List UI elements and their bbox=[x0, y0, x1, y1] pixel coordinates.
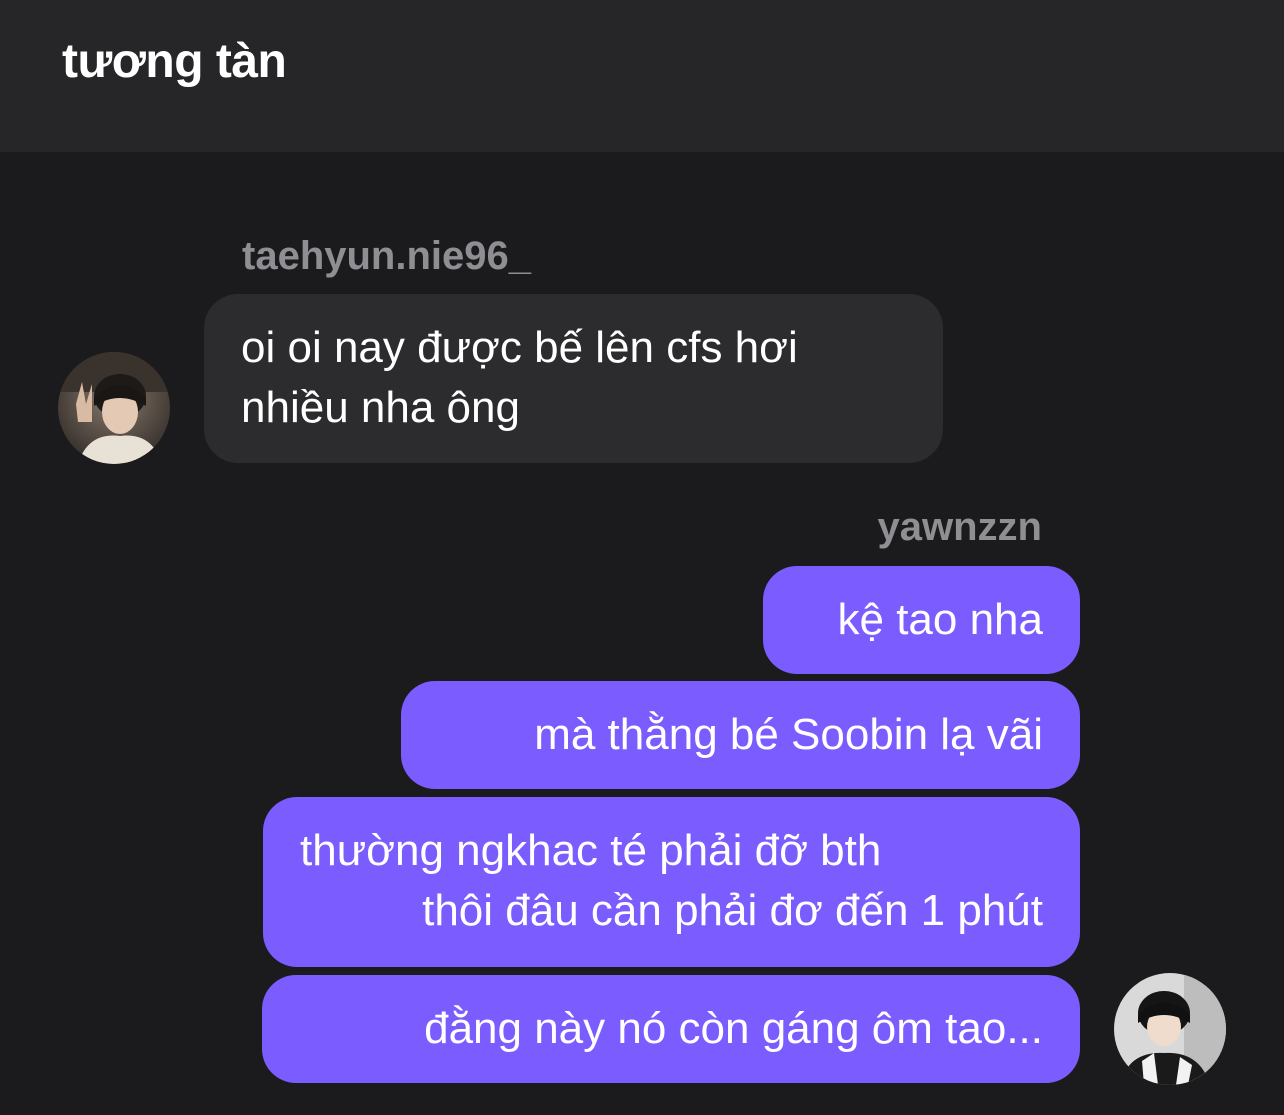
message-bubble-outgoing[interactable]: kệ tao nha bbox=[763, 566, 1080, 674]
message-bubble-incoming[interactable]: oi oi nay được bế lên cfs hơi nhiều nha … bbox=[204, 294, 943, 463]
message-line: thường ngkhac té phải đỡ bth bbox=[300, 826, 882, 875]
message-bubble-outgoing[interactable]: mà thằng bé Soobin lạ vãi bbox=[401, 681, 1080, 789]
avatar-incoming[interactable] bbox=[58, 352, 170, 464]
message-line: thôi đâu cần phải đơ đến 1 phút bbox=[422, 886, 1043, 935]
message-line: nhiều nha ông bbox=[241, 383, 520, 432]
message-line: đằng này nó còn gáng ôm tao... bbox=[424, 1004, 1043, 1053]
message-line: kệ tao nha bbox=[837, 595, 1044, 644]
message-line: oi oi nay được bế lên cfs hơi bbox=[241, 323, 798, 372]
sender-name-outgoing: yawnzzn bbox=[877, 505, 1042, 549]
chat-header: tương tàn bbox=[0, 0, 1284, 152]
message-bubble-outgoing[interactable]: đằng này nó còn gáng ôm tao... bbox=[262, 975, 1080, 1083]
chat-screen: tương tàn taehyun.nie96_ oi oi nay được … bbox=[0, 0, 1284, 1115]
avatar-outgoing[interactable] bbox=[1114, 973, 1226, 1085]
message-line: mà thằng bé Soobin lạ vãi bbox=[534, 710, 1043, 759]
avatar-photo-outgoing bbox=[1114, 973, 1226, 1085]
chat-title[interactable]: tương tàn bbox=[62, 34, 287, 89]
sender-name-incoming: taehyun.nie96_ bbox=[242, 234, 532, 278]
avatar-photo-incoming bbox=[58, 352, 170, 464]
message-bubble-outgoing[interactable]: thường ngkhac té phải đỡ bth thôi đâu cầ… bbox=[263, 797, 1080, 967]
